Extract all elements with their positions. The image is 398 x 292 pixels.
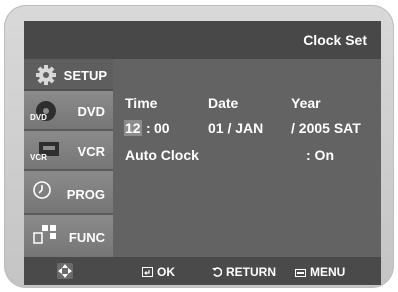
auto-clock-label: Auto Clock (125, 147, 199, 163)
clock-icon (33, 181, 51, 199)
osd-screen: Clock Set SETUP DVD DVD VCR VCR PROG FUN… (24, 21, 381, 285)
hour-field[interactable]: 12 (124, 120, 142, 136)
sidebar-item-label: FUNC (68, 230, 105, 245)
time-separator: : (146, 120, 151, 136)
sidebar-item-label: SETUP (63, 68, 107, 83)
time-header: Time (125, 95, 158, 111)
sidebar-item-vcr[interactable]: VCR VCR (24, 131, 113, 171)
date-field[interactable]: 01 / JAN (208, 120, 263, 136)
page-title: Clock Set (303, 32, 367, 48)
menu-icon (295, 269, 306, 277)
title-bar: Clock Set (24, 21, 381, 59)
return-arrow-icon (212, 267, 222, 277)
minute-field[interactable]: 00 (154, 120, 170, 136)
ok-hint[interactable]: OK (142, 265, 175, 279)
gear-icon (36, 65, 56, 85)
vcr-cassette-icon: VCR (30, 142, 59, 162)
button-guide-bar: OK RETURN MENU (24, 257, 381, 285)
dvd-disc-icon: DVD (30, 101, 56, 122)
sidebar-item-setup[interactable]: SETUP (24, 59, 113, 91)
sidebar: SETUP DVD DVD VCR VCR PROG FUNC (24, 59, 113, 257)
return-hint[interactable]: RETURN (212, 265, 276, 279)
return-label: RETURN (226, 265, 276, 279)
enter-icon (142, 267, 153, 277)
dpad-icon (57, 263, 73, 279)
sidebar-item-label: DVD (77, 104, 105, 119)
sidebar-item-dvd[interactable]: DVD DVD (24, 91, 113, 131)
sidebar-item-label: PROG (66, 187, 105, 202)
svg-text:DVD: DVD (30, 113, 47, 122)
blocks-icon (33, 225, 56, 244)
date-header: Date (208, 95, 239, 111)
sidebar-item-func[interactable]: FUNC (24, 215, 113, 257)
sidebar-item-prog[interactable]: PROG (24, 171, 113, 215)
auto-clock-value[interactable]: : On (306, 147, 334, 163)
svg-text:VCR: VCR (30, 153, 47, 162)
sidebar-item-label: VCR (77, 144, 105, 159)
menu-label: MENU (310, 265, 346, 279)
ok-label: OK (157, 265, 175, 279)
menu-hint[interactable]: MENU (295, 265, 345, 279)
year-header: Year (291, 95, 321, 111)
clock-set-panel: Time Date Year 12 : 00 01 / JAN / 2005 S… (113, 59, 381, 257)
year-field[interactable]: / 2005 SAT (291, 120, 361, 136)
